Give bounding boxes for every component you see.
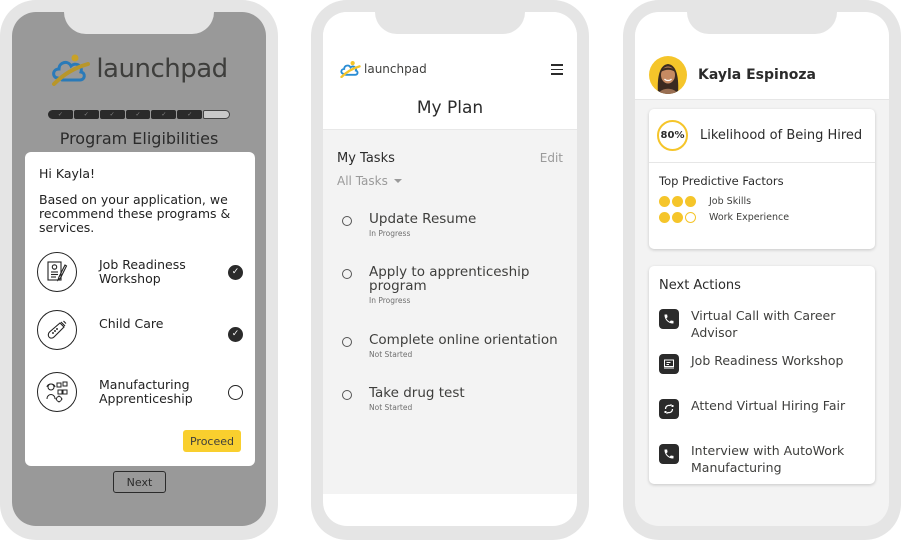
phone-my-plan: launchpad My Plan My Tasks Edit All Task… — [311, 0, 589, 540]
logo-text: launchpad — [96, 54, 228, 84]
phone-notch — [375, 0, 525, 34]
progress-step-done: ✓ — [151, 110, 177, 119]
launchpad-cloud-icon — [52, 54, 91, 86]
worker-gear-icon — [37, 372, 77, 412]
presentation-icon — [659, 354, 679, 374]
task-item[interactable]: Apply to apprenticeship program In Progr… — [342, 265, 563, 305]
tasks-section: My Tasks Edit All Tasks Update Resume In… — [323, 130, 577, 494]
action-item[interactable]: Virtual Call with Career Advisor — [659, 307, 867, 341]
likelihood-row: 80% Likelihood of Being Hired — [649, 109, 875, 163]
phone-notch — [687, 0, 837, 34]
action-label: Attend Virtual Hiring Fair — [691, 398, 846, 413]
task-status: In Progress — [369, 229, 411, 238]
greeting-text: Hi Kayla! — [39, 166, 96, 181]
rating-dot-empty — [685, 212, 696, 223]
user-name: Kayla Espinoza — [698, 67, 817, 83]
action-label: Job Readiness Workshop — [691, 353, 844, 368]
task-name: Update Resume — [369, 211, 477, 227]
sync-icon — [659, 399, 679, 419]
progress-step-done: ✓ — [48, 110, 73, 119]
baby-bottle-icon — [37, 310, 77, 350]
action-label: Interview with AutoWork Manufacturing — [691, 443, 845, 475]
action-label: Virtual Call with Career Advisor — [691, 308, 836, 340]
phone-notch — [64, 0, 214, 34]
factor-row: Job Skills — [659, 196, 875, 207]
rating-dot-filled — [659, 212, 670, 223]
program-name: Job Readiness Workshop — [99, 257, 186, 286]
rating-dot-filled — [672, 212, 683, 223]
application-progress-bar: ✓ ✓ ✓ ✓ ✓ ✓ — [48, 110, 231, 119]
logo-text: launchpad — [364, 62, 427, 76]
filter-label: All Tasks — [337, 174, 388, 188]
task-name: Complete online orientation — [369, 332, 558, 348]
tasks-heading: My Tasks — [337, 151, 395, 166]
task-filter-dropdown[interactable]: All Tasks — [337, 174, 402, 188]
proceed-button[interactable]: Proceed — [183, 430, 241, 452]
action-item[interactable]: Attend Virtual Hiring Fair — [659, 397, 867, 419]
profile-screen: Kayla Espinoza 80% Likelihood of Being H… — [635, 12, 889, 526]
action-item[interactable]: Job Readiness Workshop — [659, 352, 867, 374]
resume-document-icon — [37, 252, 77, 292]
phone-eligibility: launchpad ✓ ✓ ✓ ✓ ✓ ✓ Program Eligibilit… — [0, 0, 278, 540]
program-name: Manufacturing Apprenticeship — [99, 377, 193, 406]
task-status: In Progress — [369, 296, 411, 305]
phone-icon — [659, 444, 679, 464]
task-item[interactable]: Update Resume In Progress — [342, 212, 563, 238]
progress-step-done: ✓ — [125, 110, 151, 119]
next-button[interactable]: Next — [113, 471, 166, 493]
launchpad-logo: launchpad — [12, 52, 266, 86]
task-status: Not Started — [369, 350, 413, 359]
recommendation-modal: Hi Kayla! Based on your application, we … — [25, 152, 255, 466]
progress-step-done: ✓ — [99, 110, 125, 119]
phone-profile: Kayla Espinoza 80% Likelihood of Being H… — [623, 0, 901, 540]
action-item[interactable]: Interview with AutoWork Manufacturing — [659, 442, 867, 476]
factor-row: Work Experience — [659, 212, 875, 223]
chevron-down-icon — [393, 179, 402, 183]
page-title: Program Eligibilities — [59, 129, 219, 148]
program-checkbox-unchecked[interactable] — [228, 384, 243, 400]
program-item[interactable]: Manufacturing Apprenticeship — [37, 372, 243, 412]
rating-dot-filled — [685, 196, 696, 207]
phone-icon — [659, 309, 679, 329]
program-name: Child Care — [99, 316, 164, 331]
rating-dot-filled — [672, 196, 683, 207]
likelihood-score: 80% — [657, 120, 688, 151]
program-item[interactable]: Job Readiness Workshop ✓ — [37, 252, 243, 292]
program-item[interactable]: Child Care ✓ — [37, 310, 243, 350]
likelihood-label: Likelihood of Being Hired — [700, 128, 863, 143]
eligibility-screen: launchpad ✓ ✓ ✓ ✓ ✓ ✓ Program Eligibilit… — [12, 12, 266, 526]
hamburger-menu-icon[interactable] — [551, 64, 563, 75]
task-name: Apply to apprenticeship program — [369, 264, 530, 294]
my-plan-screen: launchpad My Plan My Tasks Edit All Task… — [323, 12, 577, 526]
task-name: Take drug test — [369, 385, 465, 401]
factor-label: Work Experience — [709, 212, 790, 223]
launchpad-cloud-icon — [340, 61, 361, 78]
task-item[interactable]: Take drug test Not Started — [342, 386, 563, 412]
task-status: Not Started — [369, 403, 413, 412]
likelihood-card: 80% Likelihood of Being Hired Top Predic… — [649, 109, 875, 249]
task-radio[interactable] — [342, 216, 352, 226]
program-checkbox-checked[interactable]: ✓ — [228, 326, 243, 342]
avatar[interactable] — [649, 56, 687, 94]
next-actions-heading: Next Actions — [659, 278, 741, 293]
page-title: My Plan — [416, 98, 484, 118]
task-item[interactable]: Complete online orientation Not Started — [342, 333, 563, 359]
next-actions-card: Next Actions Virtual Call with Career Ad… — [649, 266, 875, 484]
launchpad-logo[interactable]: launchpad — [339, 60, 427, 78]
factor-label: Job Skills — [709, 196, 752, 207]
progress-step-done: ✓ — [177, 110, 203, 119]
edit-link[interactable]: Edit — [540, 151, 563, 165]
task-radio[interactable] — [342, 337, 352, 347]
factors-heading: Top Predictive Factors — [659, 174, 784, 188]
task-radio[interactable] — [342, 390, 352, 400]
task-radio[interactable] — [342, 269, 352, 279]
progress-step-pending — [203, 110, 231, 119]
rating-dot-filled — [659, 196, 670, 207]
intro-text: Based on your application, we recommend … — [39, 192, 231, 235]
program-checkbox-checked[interactable]: ✓ — [228, 264, 243, 280]
progress-step-done: ✓ — [73, 110, 99, 119]
